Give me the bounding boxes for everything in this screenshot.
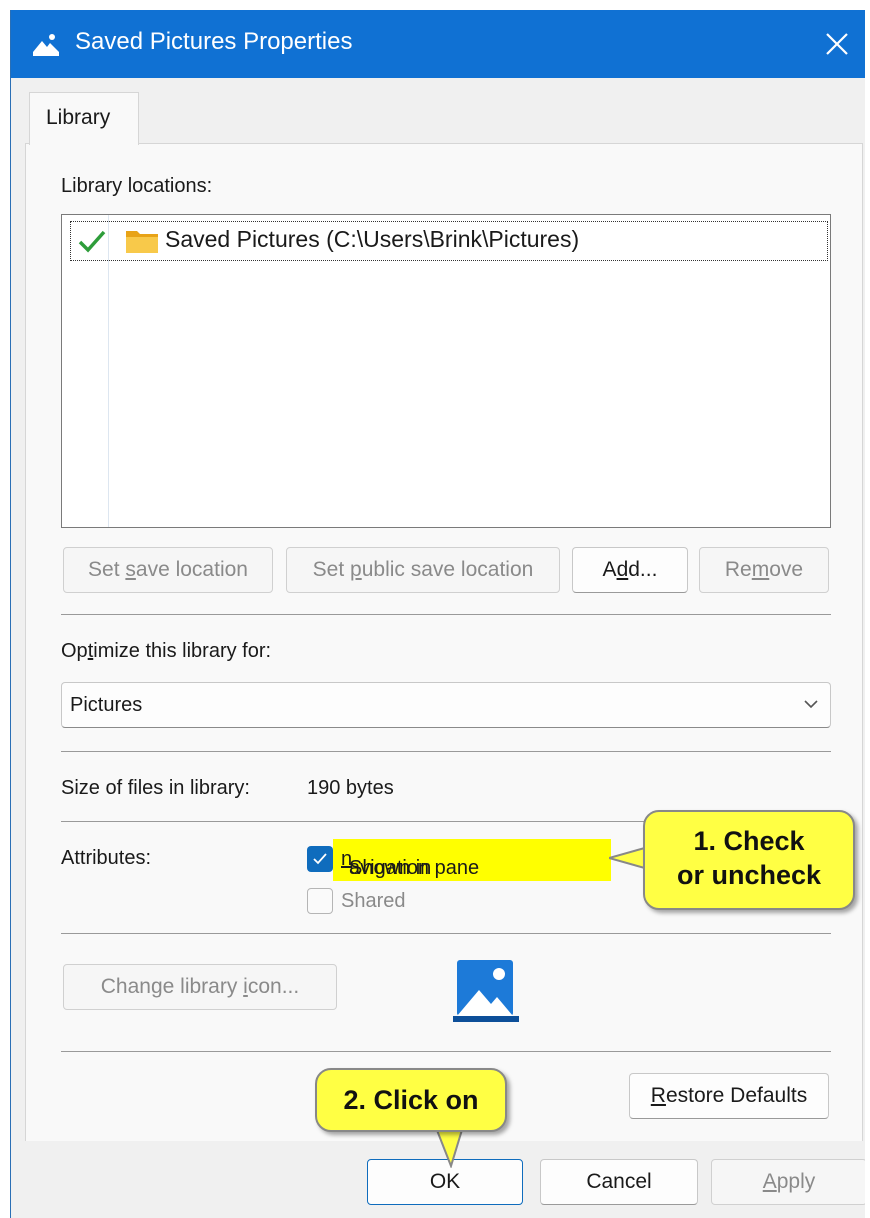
checkmark-icon (313, 853, 327, 865)
callout-step-1: 1. Check or uncheck (643, 810, 855, 910)
callout-step-1-line1: 1. Check (693, 826, 805, 856)
tab-library-label: Library (46, 106, 111, 129)
pictures-library-icon (33, 34, 59, 56)
add-location-button[interactable]: Add... (572, 547, 688, 593)
folder-icon (126, 231, 158, 253)
chevron-down-icon (804, 700, 818, 709)
separator (61, 933, 831, 934)
separator (61, 1051, 831, 1052)
properties-dialog: Saved Pictures Properties Library Librar… (10, 10, 865, 1218)
shown-in-navigation-pane-label: Shown in n avigation pane (341, 848, 480, 879)
cancel-button[interactable]: Cancel (540, 1159, 698, 1205)
size-value: 190 bytes (307, 777, 394, 799)
window-title: Saved Pictures Properties (75, 28, 353, 55)
optimize-label: Optimize this library for: (61, 640, 272, 662)
list-guide-line (108, 215, 109, 527)
list-item[interactable]: Saved Pictures (C:\Users\Brink\Pictures) (70, 221, 828, 261)
separator (61, 751, 831, 752)
callout-step-1-line2: or uncheck (676, 860, 822, 890)
set-save-location-button[interactable]: Set save location (63, 547, 273, 593)
optimize-for-value: Pictures (70, 694, 143, 716)
apply-button[interactable]: Apply (711, 1159, 865, 1205)
library-locations-label: Library locations: (61, 175, 213, 197)
library-locations-list[interactable]: Saved Pictures (C:\Users\Brink\Pictures) (61, 214, 831, 528)
close-icon[interactable] (819, 26, 855, 62)
optimize-for-dropdown[interactable]: Pictures (61, 682, 831, 728)
location-path: Saved Pictures (C:\Users\Brink\Pictures) (165, 226, 580, 252)
set-public-save-location-button[interactable]: Set public save location (286, 547, 560, 593)
shared-label: Shared (341, 890, 406, 912)
remove-location-button[interactable]: Remove (699, 547, 829, 593)
shown-in-navigation-pane-checkbox[interactable] (307, 846, 333, 872)
default-save-location-check-icon (78, 230, 106, 253)
title-bar: Saved Pictures Properties (11, 10, 865, 78)
tab-library[interactable]: Library (29, 92, 139, 145)
restore-defaults-button[interactable]: Restore Defaults (629, 1073, 829, 1119)
callout-step-2: 2. Click on (315, 1068, 507, 1132)
highlight: Shown in n avigation pane (333, 839, 611, 881)
size-label: Size of files in library: (61, 777, 250, 799)
shared-checkbox[interactable] (307, 888, 333, 914)
separator (61, 614, 831, 615)
library-icon-preview (453, 960, 519, 1022)
attributes-label: Attributes: (61, 847, 152, 869)
change-library-icon-button[interactable]: Change library icon... (63, 964, 337, 1010)
